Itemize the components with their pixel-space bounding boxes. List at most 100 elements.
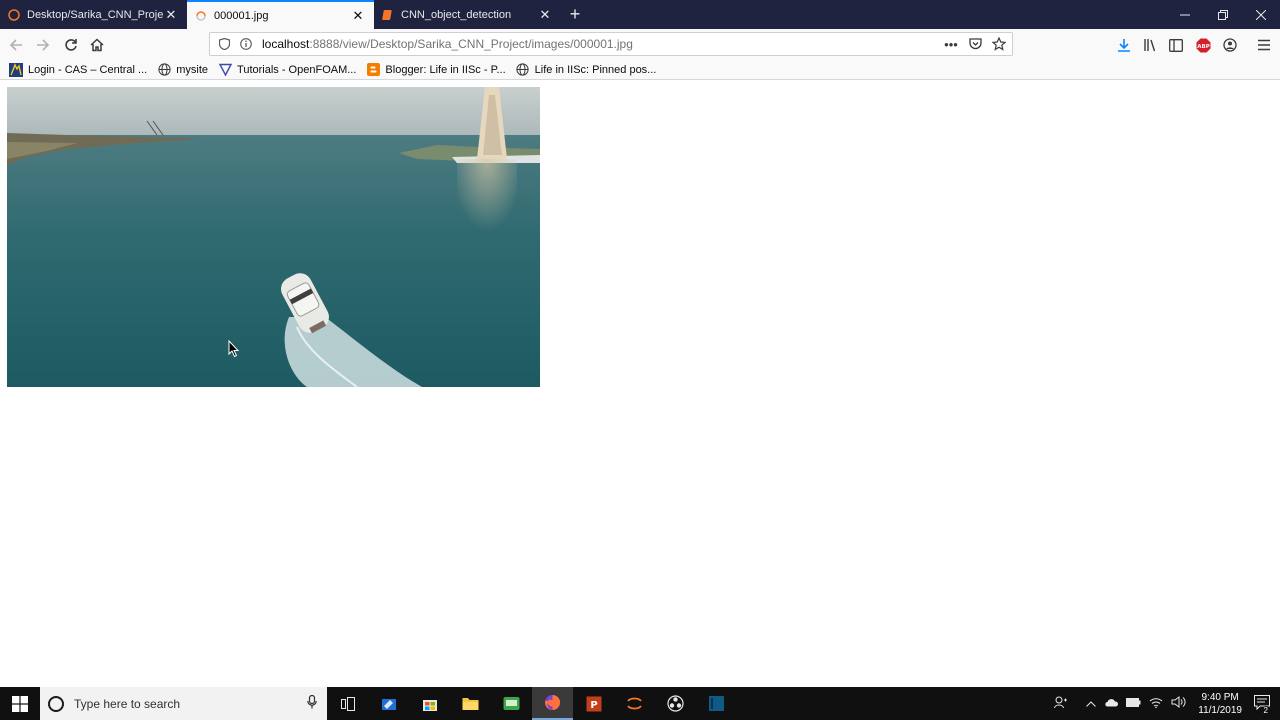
- restore-icon: [1218, 9, 1228, 20]
- address-bar[interactable]: localhost:8888/view/Desktop/Sarika_CNN_P…: [209, 32, 1013, 56]
- clock-date: 11/1/2019: [1198, 704, 1242, 716]
- people-icon[interactable]: [1054, 695, 1068, 712]
- tab-image-file[interactable]: 000001.jpg ✕: [187, 0, 374, 29]
- taskbar-app-paint[interactable]: [368, 687, 409, 720]
- show-hidden-icons-chevron-up-icon[interactable]: [1086, 698, 1097, 710]
- page-actions-menu-icon[interactable]: •••: [942, 35, 960, 53]
- tab-strip: Desktop/Sarika_CNN_Project/images/ ✕ 000…: [0, 0, 1280, 29]
- system-tray: 9:40 PM 11/1/2019 2: [1050, 687, 1280, 720]
- close-icon[interactable]: ✕: [163, 7, 179, 23]
- bookmark-life-in-iisc[interactable]: Life in IISc: Pinned pos...: [516, 63, 657, 77]
- hamburger-menu-icon: [1258, 39, 1270, 51]
- clock-time: 9:40 PM: [1201, 691, 1239, 703]
- bookmark-openfoam[interactable]: Tutorials - OpenFOAM...: [218, 63, 356, 77]
- displayed-image[interactable]: [7, 87, 540, 387]
- obs-icon: [667, 695, 684, 712]
- close-icon[interactable]: ✕: [350, 8, 366, 24]
- url-text[interactable]: localhost:8888/view/Desktop/Sarika_CNN_P…: [262, 37, 633, 51]
- library-button[interactable]: [1140, 35, 1160, 55]
- battery-icon[interactable]: [1126, 697, 1141, 710]
- account-icon: [1223, 38, 1237, 52]
- volume-icon[interactable]: [1171, 696, 1186, 711]
- account-button[interactable]: [1220, 35, 1240, 55]
- task-view-button[interactable]: [327, 687, 368, 720]
- onedrive-cloud-icon[interactable]: [1104, 698, 1119, 710]
- menu-button[interactable]: [1254, 35, 1274, 55]
- windows-taskbar: Type here to search P 9:40 PM 11/1/2019 …: [0, 687, 1280, 720]
- site-info-icon[interactable]: [238, 36, 254, 52]
- home-button[interactable]: [85, 33, 109, 57]
- windows-logo-icon: [12, 695, 28, 712]
- tab-label: 000001.jpg: [214, 9, 269, 22]
- navigation-toolbar: localhost:8888/view/Desktop/Sarika_CNN_P…: [0, 29, 1280, 60]
- sidebar-button[interactable]: [1166, 35, 1186, 55]
- cortana-icon[interactable]: [48, 695, 64, 712]
- taskbar-app-blue[interactable]: [696, 687, 737, 720]
- new-tab-button[interactable]: +: [561, 0, 589, 29]
- url-path: :8888/view/Desktop/Sarika_CNN_Project/im…: [309, 37, 633, 51]
- taskbar-app-powerpoint[interactable]: P: [573, 687, 614, 720]
- taskbar-app-jupyter[interactable]: [614, 687, 655, 720]
- bookmark-label: Life in IISc: Pinned pos...: [534, 63, 657, 76]
- close-icon: [1256, 9, 1266, 20]
- forward-button[interactable]: [31, 33, 55, 57]
- microphone-icon[interactable]: [307, 694, 317, 712]
- downloads-button[interactable]: [1114, 35, 1134, 55]
- cas-logo-icon: [9, 62, 23, 77]
- jupyter-icon: [8, 8, 20, 21]
- tab-label: CNN_object_detection: [401, 8, 512, 21]
- bookmark-mysite[interactable]: mysite: [157, 63, 208, 77]
- tracking-protection-shield-icon[interactable]: [216, 36, 232, 52]
- app-green-icon: [503, 697, 520, 710]
- paint-icon: [381, 698, 396, 710]
- system-clock[interactable]: 9:40 PM 11/1/2019: [1198, 691, 1242, 717]
- close-icon[interactable]: ✕: [537, 7, 553, 23]
- powerpoint-icon: P: [586, 696, 601, 711]
- taskbar-app-store[interactable]: [409, 687, 450, 720]
- globe-icon: [157, 63, 171, 77]
- openfoam-icon: [218, 63, 232, 77]
- loading-spinner-icon: [196, 10, 206, 21]
- reload-button[interactable]: [59, 33, 83, 57]
- pocket-icon[interactable]: [966, 35, 984, 53]
- action-center-button[interactable]: 2: [1254, 694, 1270, 715]
- tab-images-folder[interactable]: Desktop/Sarika_CNN_Project/images/ ✕: [0, 0, 187, 29]
- close-window-button[interactable]: [1242, 0, 1280, 29]
- taskbar-app-file-explorer[interactable]: [450, 687, 491, 720]
- bookmark-cas-login[interactable]: Login - CAS – Central ...: [9, 62, 147, 77]
- folder-icon: [462, 698, 479, 710]
- adblock-plus-button[interactable]: ABP: [1193, 35, 1213, 55]
- tab-notebook[interactable]: CNN_object_detection ✕: [374, 0, 561, 29]
- start-button[interactable]: [0, 687, 40, 720]
- notebook-icon: [382, 9, 392, 20]
- home-icon: [90, 38, 104, 52]
- restore-button[interactable]: [1204, 0, 1242, 29]
- app-blue-icon: [709, 696, 724, 711]
- taskbar-app-firefox[interactable]: [532, 687, 573, 720]
- bookmark-star-icon[interactable]: [990, 35, 1008, 53]
- bookmark-label: Blogger: Life in IISc - P...: [385, 63, 506, 76]
- mouse-cursor-icon: [228, 340, 240, 358]
- jupyter-icon: [627, 697, 642, 710]
- wifi-icon[interactable]: [1149, 697, 1163, 711]
- minimize-button[interactable]: [1166, 0, 1204, 29]
- back-arrow-icon: [9, 39, 22, 51]
- taskbar-app-obs[interactable]: [655, 687, 696, 720]
- bookmark-blogger[interactable]: Blogger: Life in IISc - P...: [366, 63, 506, 77]
- library-icon: [1144, 39, 1156, 52]
- page-content: [0, 81, 1280, 687]
- minimize-icon: [1180, 14, 1190, 15]
- back-button[interactable]: [4, 33, 28, 57]
- taskbar-app-green[interactable]: [491, 687, 532, 720]
- store-icon: [422, 699, 437, 711]
- url-host: localhost: [262, 37, 310, 51]
- sidebar-icon: [1169, 38, 1183, 52]
- bookmarks-toolbar: Login - CAS – Central ... mysite Tutoria…: [0, 60, 1280, 80]
- search-placeholder: Type here to search: [74, 696, 181, 711]
- svg-text:ABP: ABP: [1197, 44, 1209, 50]
- taskbar-search[interactable]: Type here to search: [40, 687, 327, 720]
- bookmark-label: Tutorials - OpenFOAM...: [237, 63, 357, 76]
- blogger-icon: [366, 63, 380, 77]
- bookmark-label: mysite: [176, 63, 209, 76]
- tab-label: Desktop/Sarika_CNN_Project/images/: [27, 8, 163, 21]
